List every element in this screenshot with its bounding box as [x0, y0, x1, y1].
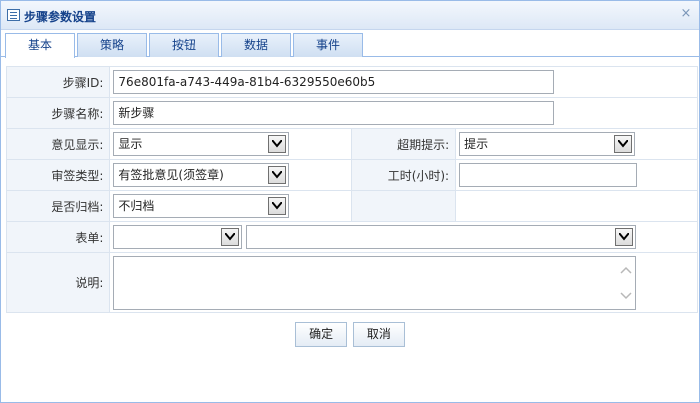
tab-data[interactable]: 数据	[221, 33, 291, 57]
dialog-title: 步骤参数设置	[24, 10, 97, 24]
approval-type-value: 有签批意见(须签章)	[118, 168, 224, 182]
archive-value: 不归档	[118, 199, 155, 213]
tab-events[interactable]: 事件	[293, 33, 363, 57]
opinion-display-value: 显示	[118, 137, 143, 151]
table-icon	[7, 9, 20, 21]
scrollbar[interactable]	[618, 257, 635, 309]
archive-select[interactable]: 不归档	[113, 194, 290, 218]
button-row: 确定 取消	[1, 322, 699, 347]
description-label: 说明:	[5, 252, 111, 313]
step-id-label: 步骤ID:	[5, 66, 111, 98]
work-hours-input[interactable]	[459, 163, 638, 187]
chevron-down-icon[interactable]	[221, 228, 240, 246]
approval-type-label: 审签类型:	[5, 159, 111, 191]
confirm-button[interactable]: 确定	[295, 322, 348, 347]
form-category-select[interactable]	[113, 225, 243, 249]
work-hours-label: 工时(小时):	[351, 159, 457, 191]
chevron-down-icon[interactable]	[615, 228, 634, 246]
empty-value-cell	[455, 190, 698, 222]
overdue-reminder-label: 超期提示:	[351, 128, 457, 160]
tab-strategy[interactable]: 策略	[77, 33, 147, 57]
tab-basic[interactable]: 基本	[5, 33, 75, 58]
overdue-reminder-value: 提示	[464, 137, 489, 151]
opinion-display-select[interactable]: 显示	[113, 132, 290, 156]
step-name-input[interactable]: 新步骤	[113, 101, 555, 125]
close-icon[interactable]: ×	[679, 7, 693, 21]
chevron-down-icon[interactable]	[268, 135, 287, 153]
archive-label: 是否归档:	[5, 190, 111, 222]
step-name-label: 步骤名称:	[5, 97, 111, 129]
chevron-down-icon[interactable]	[614, 135, 633, 153]
chevron-down-icon[interactable]	[268, 166, 287, 184]
form-label: 表单:	[5, 221, 111, 253]
title-bar: 步骤参数设置 ×	[1, 1, 699, 30]
tab-buttons[interactable]: 按钮	[149, 33, 219, 57]
cancel-button[interactable]: 取消	[352, 322, 405, 347]
description-textarea[interactable]	[113, 255, 637, 310]
chevron-down-icon[interactable]	[268, 197, 287, 215]
opinion-display-label: 意见显示:	[5, 128, 111, 160]
step-settings-form: 步骤ID: 76e801fa-a743-449a-81b4-6329550e60…	[5, 66, 698, 313]
dialog-window: 步骤参数设置 × 基本 策略 按钮 数据 事件 步骤ID: 76e801fa-a…	[0, 0, 700, 403]
form-select[interactable]	[246, 225, 637, 249]
tab-bar: 基本 策略 按钮 数据 事件	[1, 31, 699, 58]
overdue-reminder-select[interactable]: 提示	[459, 132, 636, 156]
step-id-input[interactable]: 76e801fa-a743-449a-81b4-6329550e60b5	[113, 70, 555, 94]
empty-label-cell	[351, 190, 457, 222]
approval-type-select[interactable]: 有签批意见(须签章)	[113, 163, 290, 187]
